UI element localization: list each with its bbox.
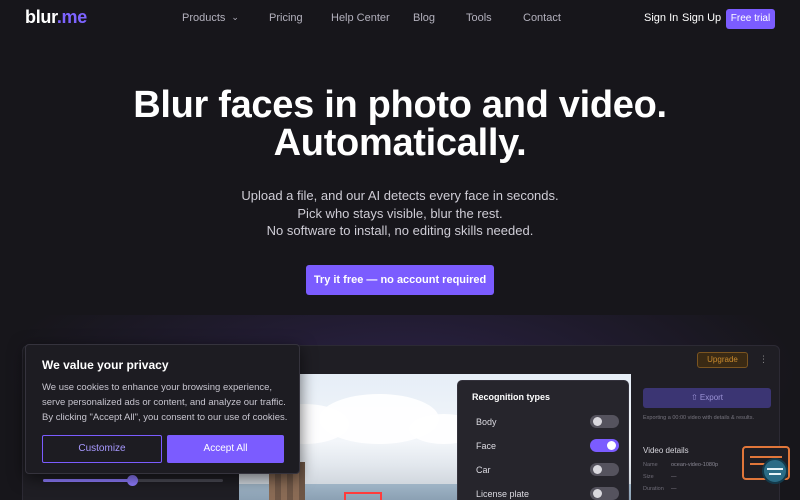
hero-title-line2: Automatically.	[273, 122, 527, 164]
customize-button[interactable]: Customize	[42, 435, 162, 463]
video-detail-value: ocean-video-1080p	[671, 462, 719, 468]
recognition-face-label: Face	[476, 441, 497, 451]
upload-icon: ⇧	[690, 393, 700, 402]
nav-tools[interactable]: Tools	[466, 12, 492, 24]
video-detail-key: Size	[643, 474, 654, 480]
blur-slider-thumb[interactable]	[127, 475, 138, 486]
hero-sub-line1: Upload a file, and our AI detects every …	[241, 188, 559, 203]
top-nav: blur.me Products ⌄ Pricing Help Center Bl…	[0, 0, 800, 38]
export-button[interactable]: ⇧ Export	[643, 388, 771, 408]
logo[interactable]: blur.me	[25, 7, 87, 28]
toggle-face[interactable]	[590, 439, 619, 452]
toggle-body[interactable]	[590, 415, 619, 428]
cookie-text: We use cookies to enhance your browsing …	[42, 382, 288, 423]
cookie-title: We value your privacy	[42, 358, 169, 372]
video-detail-value: —	[671, 486, 677, 492]
nav-products[interactable]: Products ⌄	[182, 12, 239, 24]
logo-accent: .me	[56, 7, 87, 27]
hero-sub-line3: No software to install, no editing skill…	[266, 223, 534, 238]
logo-main: blur	[25, 7, 57, 27]
sign-in-link[interactable]: Sign In	[644, 12, 678, 24]
recognition-panel: Recognition types Body Face Car License …	[457, 380, 629, 500]
toggle-license-plate[interactable]	[590, 487, 619, 500]
recognition-car-label: Car	[476, 465, 491, 475]
accept-all-button[interactable]: Accept All	[167, 435, 284, 463]
recognition-panel-title: Recognition types	[472, 392, 551, 402]
recognition-license-plate-label: License plate	[476, 489, 530, 499]
hero-subtitle: Upload a file, and our AI detects every …	[0, 187, 800, 240]
video-detail-key: Duration	[643, 486, 664, 492]
nav-contact[interactable]: Contact	[523, 12, 561, 24]
video-detail-value: —	[671, 474, 677, 480]
blur-slider-fill	[43, 479, 133, 482]
more-icon[interactable]: ⋮	[759, 354, 768, 365]
video-details-title: Video details	[643, 446, 689, 455]
chat-widget-icon[interactable]	[742, 445, 790, 487]
export-note: Exporting a 00:00 video with details & r…	[643, 415, 754, 421]
free-trial-button[interactable]: Free trial	[726, 9, 775, 29]
try-free-button[interactable]: Try it free — no account required	[306, 265, 494, 295]
video-detail-key: Name	[643, 462, 658, 468]
export-label: Export	[699, 393, 724, 402]
toggle-car[interactable]	[590, 463, 619, 476]
sign-up-link[interactable]: Sign Up	[682, 12, 721, 24]
upgrade-button[interactable]: Upgrade	[697, 352, 748, 368]
nav-help-center[interactable]: Help Center	[331, 12, 390, 24]
recognition-body-label: Body	[476, 417, 497, 427]
face-detection-box[interactable]	[344, 492, 382, 500]
hero-title-line1: Blur faces in photo and video.	[133, 84, 667, 126]
nav-products-label: Products	[182, 12, 226, 24]
nav-pricing[interactable]: Pricing	[269, 12, 303, 24]
cookie-consent-dialog: We value your privacy We use cookies to …	[25, 344, 300, 474]
chevron-down-icon: ⌄	[231, 12, 239, 22]
hero-title: Blur faces in photo and video. Automatic…	[0, 86, 800, 162]
hero-sub-line2: Pick who stays visible, blur the rest.	[297, 205, 503, 221]
nav-blog[interactable]: Blog	[413, 12, 435, 24]
